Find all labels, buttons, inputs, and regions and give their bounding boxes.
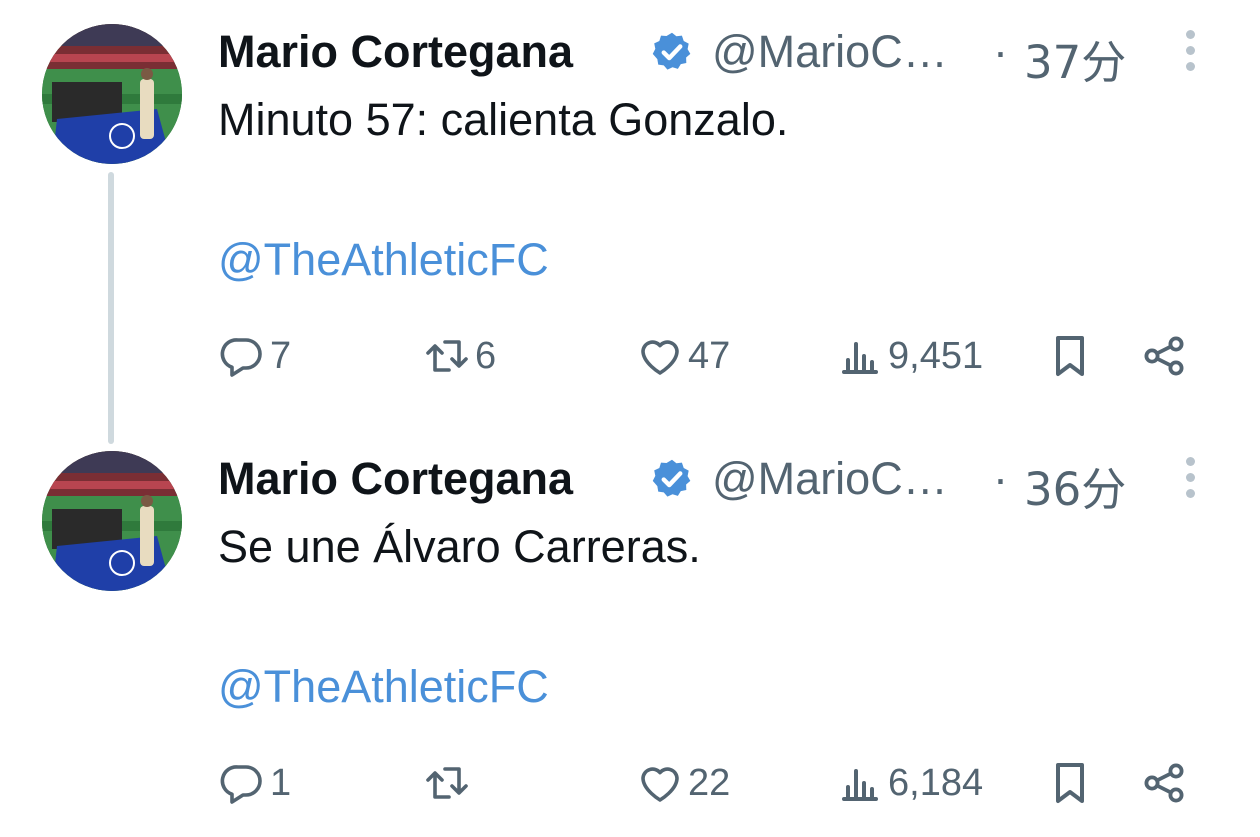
tweet[interactable]: Mario Cortegana @MarioC… · 37分 Minuto 57… [0, 0, 1260, 420]
timestamp[interactable]: 37分 [1024, 26, 1126, 91]
retweet-count: 6 [475, 334, 497, 377]
reply-button[interactable]: 1 [218, 755, 291, 811]
heart-icon [641, 767, 679, 802]
bookmark-icon [1056, 336, 1084, 376]
author-handle[interactable]: @MarioC… [712, 26, 948, 78]
tweet-actions: 1 22 6,184 [218, 755, 1198, 811]
like-count: 22 [688, 761, 731, 804]
tweet-header: Mario Cortegana @MarioC… · 36分 [218, 447, 1218, 516]
verified-badge-icon [652, 32, 691, 70]
reply-count: 7 [270, 334, 292, 377]
author-name[interactable]: Mario Cortegana [218, 26, 573, 78]
tweet-actions: 7 6 47 9,451 [218, 328, 1198, 384]
bookmark-icon [1056, 763, 1084, 803]
view-count: 6,184 [888, 761, 984, 804]
retweet-button[interactable] [423, 755, 475, 811]
reply-count: 1 [270, 761, 292, 804]
verified-badge-icon [652, 459, 691, 497]
like-button[interactable]: 22 [636, 755, 730, 811]
tweet[interactable]: Mario Cortegana @MarioC… · 36分 Se une Ál… [0, 427, 1260, 837]
avatar[interactable] [42, 451, 182, 591]
reply-icon [220, 765, 262, 804]
tweet-text: Se une Álvaro Carreras. [218, 521, 701, 572]
tweet-text: Minuto 57: calienta Gonzalo. [218, 94, 789, 145]
author-name[interactable]: Mario Cortegana [218, 453, 573, 505]
separator-dot: · [993, 26, 1008, 77]
retweet-button[interactable]: 6 [423, 328, 496, 384]
share-button[interactable] [1140, 328, 1188, 384]
views-button[interactable]: 6,184 [836, 755, 983, 811]
like-button[interactable]: 47 [636, 328, 730, 384]
views-icon [842, 342, 878, 374]
views-button[interactable]: 9,451 [836, 328, 983, 384]
mention-link[interactable]: @TheAthleticFC [218, 234, 549, 286]
retweet-icon [426, 340, 468, 372]
share-icon [1144, 763, 1184, 803]
share-button[interactable] [1140, 755, 1188, 811]
bookmark-button[interactable] [1046, 328, 1094, 384]
mention-link[interactable]: @TheAthleticFC [218, 661, 549, 713]
bookmark-button[interactable] [1046, 755, 1094, 811]
view-count: 9,451 [888, 334, 984, 377]
share-icon [1144, 336, 1184, 376]
separator-dot: · [993, 453, 1008, 504]
more-icon[interactable] [1178, 30, 1202, 76]
retweet-icon [426, 767, 468, 799]
reply-button[interactable]: 7 [218, 328, 291, 384]
views-icon [842, 769, 878, 801]
like-count: 47 [688, 334, 731, 377]
author-handle[interactable]: @MarioC… [712, 453, 948, 505]
tweet-header: Mario Cortegana @MarioC… · 37分 [218, 20, 1218, 89]
heart-icon [641, 340, 679, 375]
more-icon[interactable] [1178, 457, 1202, 503]
timestamp[interactable]: 36分 [1024, 453, 1126, 518]
avatar[interactable] [42, 24, 182, 164]
reply-icon [220, 338, 262, 377]
